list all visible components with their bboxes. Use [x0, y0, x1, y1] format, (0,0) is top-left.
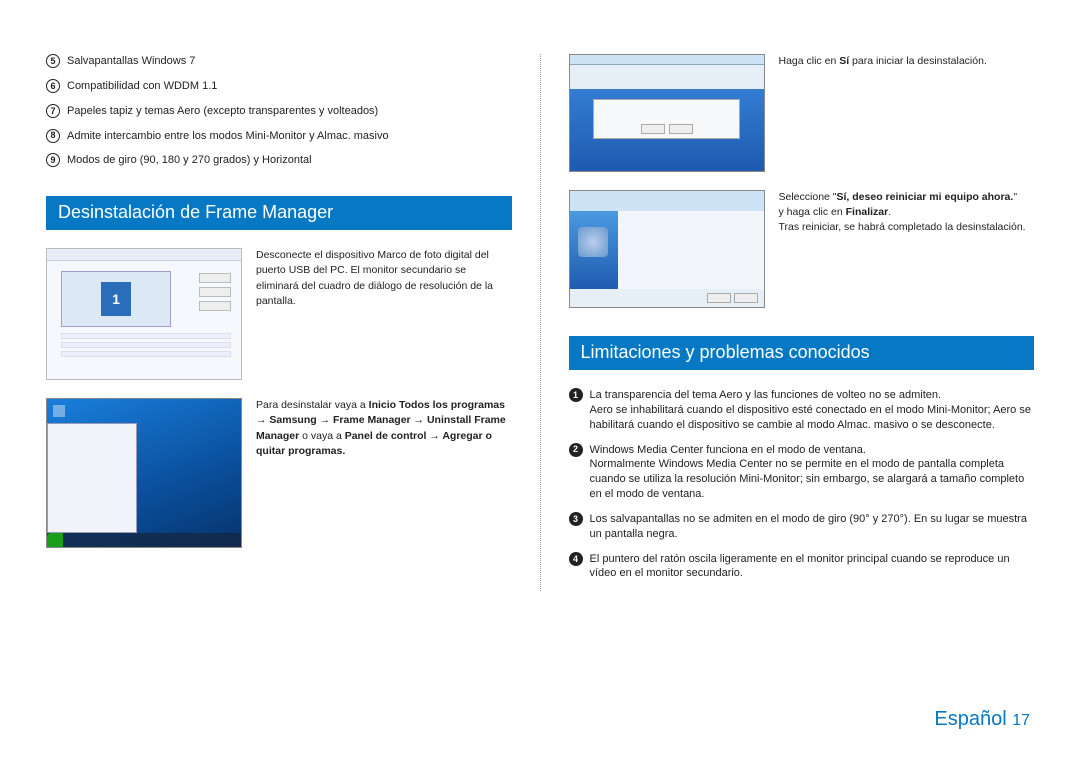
left-column: 5 Salvapantallas Windows 7 6 Compatibili… [46, 54, 512, 591]
right-column: Haga clic en Sí para iniciar la desinsta… [569, 54, 1035, 591]
screenshot-confirm-dialog [569, 54, 765, 172]
list-item-text: Papeles tapiz y temas Aero (excepto tran… [67, 104, 378, 119]
screenshot-start-menu [46, 398, 242, 548]
number-badge: 6 [46, 79, 60, 93]
list-item-text: Windows Media Center funciona en el modo… [590, 443, 1035, 502]
uninstall-step-2: Para desinstalar vaya a Inicio Todos los… [46, 398, 512, 548]
uninstall-step-3: Haga clic en Sí para iniciar la desinsta… [569, 54, 1035, 172]
number-badge: 8 [46, 129, 60, 143]
screenshot-finish-dialog [569, 190, 765, 308]
list-item: 4 El puntero del ratón oscila ligerament… [569, 552, 1035, 582]
uninstall-step-1: 1 Desconecte el dispositivo Marco de fot… [46, 248, 512, 380]
list-item-text: El puntero del ratón oscila ligeramente … [590, 552, 1035, 582]
footer-page-number: 17 [1012, 712, 1030, 729]
list-item: 2 Windows Media Center funciona en el mo… [569, 443, 1035, 502]
column-divider [540, 54, 541, 591]
feature-list: 5 Salvapantallas Windows 7 6 Compatibili… [46, 54, 512, 168]
list-item-text: Modos de giro (90, 180 y 270 grados) y H… [67, 153, 312, 168]
list-item: 8 Admite intercambio entre los modos Min… [46, 129, 512, 144]
number-badge: 2 [569, 443, 583, 457]
uninstall-step-3-text: Haga clic en Sí para iniciar la desinsta… [779, 54, 1035, 69]
uninstall-step-4: Seleccione "Sí, deseo reiniciar mi equip… [569, 190, 1035, 308]
number-badge: 7 [46, 104, 60, 118]
number-badge: 5 [46, 54, 60, 68]
list-item-text: Compatibilidad con WDDM 1.1 [67, 79, 217, 94]
list-item: 9 Modos de giro (90, 180 y 270 grados) y… [46, 153, 512, 168]
list-item: 5 Salvapantallas Windows 7 [46, 54, 512, 69]
list-item-text: Salvapantallas Windows 7 [67, 54, 195, 69]
list-item: 7 Papeles tapiz y temas Aero (excepto tr… [46, 104, 512, 119]
number-badge: 1 [569, 388, 583, 402]
uninstall-step-2-text: Para desinstalar vaya a Inicio Todos los… [256, 398, 512, 459]
list-item: 1 La transparencia del tema Aero y las f… [569, 388, 1035, 433]
number-badge: 3 [569, 512, 583, 526]
uninstall-step-1-text: Desconecte el dispositivo Marco de foto … [256, 248, 512, 309]
screenshot-display-settings: 1 [46, 248, 242, 380]
list-item-text: La transparencia del tema Aero y las fun… [590, 388, 1035, 433]
monitor-number: 1 [101, 282, 131, 316]
uninstall-section-header: Desinstalación de Frame Manager [46, 196, 512, 230]
limitations-section-header: Limitaciones y problemas conocidos [569, 336, 1035, 370]
number-badge: 4 [569, 552, 583, 566]
limitations-list: 1 La transparencia del tema Aero y las f… [569, 388, 1035, 581]
footer-language: Español [934, 708, 1006, 730]
list-item-text: Admite intercambio entre los modos Mini-… [67, 129, 389, 144]
list-item: 3 Los salvapantallas no se admiten en el… [569, 512, 1035, 542]
list-item-text: Los salvapantallas no se admiten en el m… [590, 512, 1035, 542]
uninstall-step-4-text: Seleccione "Sí, deseo reiniciar mi equip… [779, 190, 1035, 236]
number-badge: 9 [46, 153, 60, 167]
page-footer: Español 17 [934, 708, 1030, 731]
list-item: 6 Compatibilidad con WDDM 1.1 [46, 79, 512, 94]
